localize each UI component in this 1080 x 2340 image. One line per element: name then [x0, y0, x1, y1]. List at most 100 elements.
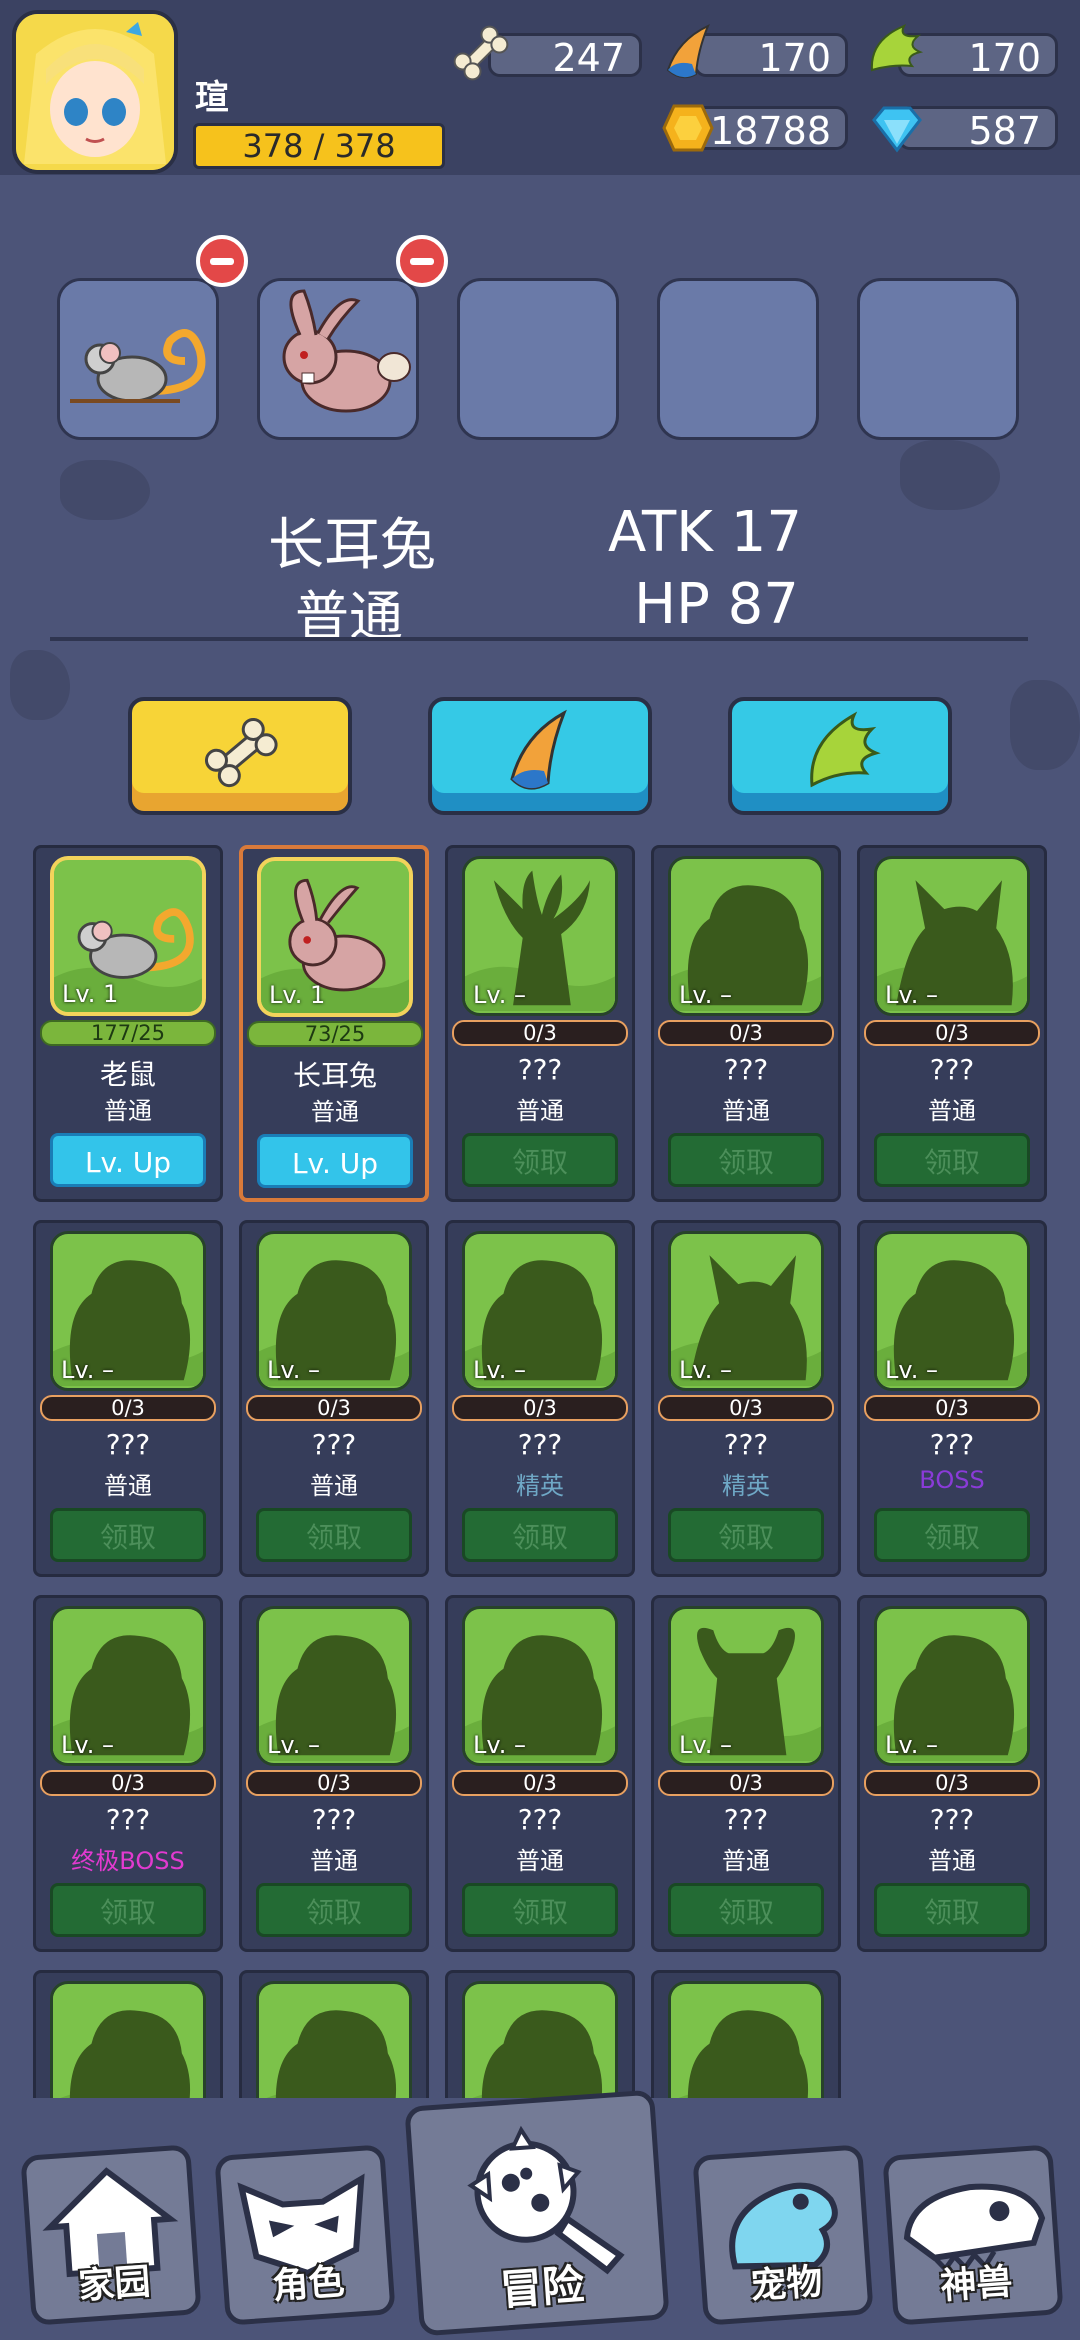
pet-card[interactable]: Lv. – 0/3??? 普通 领取 — [239, 1595, 429, 1952]
nav-role-label: 角色 — [271, 2261, 346, 2308]
nav-adventure-button[interactable]: 冒险 — [404, 2089, 670, 2337]
pet-rarity: 普通 — [310, 1847, 358, 1875]
horn-icon — [666, 24, 710, 79]
pet-card[interactable]: Lv. – 0/3??? 普通 领取 — [445, 1595, 635, 1952]
pet-progress: 0/3 — [452, 1770, 628, 1796]
claim-button[interactable]: 领取 — [462, 1883, 618, 1937]
pet-card[interactable]: Lv. – 0/3??? 终极BOSS 领取 — [33, 1595, 223, 1952]
pet-card[interactable]: Lv. – 0/3??? 普通 领取 — [33, 1220, 223, 1577]
claim-button[interactable]: 领取 — [462, 1508, 618, 1562]
pet-portrait[interactable]: Lv. – — [256, 1606, 412, 1766]
nav-beast-button[interactable]: 神兽 — [882, 2144, 1064, 2326]
pet-portrait[interactable]: Lv. – — [668, 1606, 824, 1766]
pet-portrait[interactable]: Lv. – — [256, 1231, 412, 1391]
pet-portrait[interactable]: Lv. – — [50, 1231, 206, 1391]
pet-portrait[interactable]: Lv. – — [462, 1606, 618, 1766]
pet-portrait[interactable]: Lv. – — [874, 1606, 1030, 1766]
pet-name: ??? — [723, 1428, 769, 1461]
tab-horn[interactable] — [428, 697, 652, 815]
claim-button[interactable]: 领取 — [874, 1508, 1030, 1562]
claim-button[interactable]: 领取 — [50, 1508, 206, 1562]
claim-button[interactable]: 领取 — [256, 1508, 412, 1562]
pet-card[interactable]: Lv. – 0/3??? 普通 领取 — [651, 845, 841, 1202]
pet-card[interactable]: Lv. – 0/3??? BOSS 领取 — [857, 1220, 1047, 1577]
nav-beast-label: 神兽 — [939, 2261, 1014, 2308]
pet-portrait[interactable]: Lv. – — [462, 856, 618, 1016]
divider — [50, 637, 1028, 641]
pet-card[interactable]: Lv. – 0/3??? 普通 领取 — [445, 845, 635, 1202]
pet-portrait[interactable] — [50, 1981, 206, 2098]
pet-progress: 0/3 — [658, 1395, 834, 1421]
team-slot-4[interactable] — [657, 278, 819, 440]
claim-button[interactable]: 领取 — [462, 1133, 618, 1187]
selected-pet-name: 长耳兔 — [268, 513, 436, 578]
pet-card[interactable]: Lv. – 0/3??? 普通 领取 — [857, 1595, 1047, 1952]
pet-portrait[interactable] — [462, 1981, 618, 2098]
remove-team-slot-1-button[interactable] — [196, 235, 248, 287]
pet-name: ??? — [311, 1803, 357, 1836]
pet-name: 老鼠 — [99, 1058, 156, 1091]
pet-card[interactable]: Lv. – 0/3??? 精英 领取 — [651, 1220, 841, 1577]
pet-portrait[interactable]: Lv. 1 — [50, 856, 206, 1016]
pet-portrait[interactable]: Lv. – — [462, 1231, 618, 1391]
pet-rarity: 普通 — [516, 1097, 564, 1125]
pet-portrait[interactable] — [256, 1981, 412, 2098]
pet-grid: Lv. 1 177/25 老鼠 普通 Lv. Up Lv. 1 73/25 长耳兔 普通 Lv. … — [0, 840, 1080, 2098]
claim-button[interactable]: 领取 — [668, 1133, 824, 1187]
team-slot-2[interactable] — [257, 278, 419, 440]
nav-pet-button[interactable]: 宠物 — [692, 2144, 874, 2326]
pet-card[interactable]: Lv. – 0/3??? 普通 领取 — [651, 1595, 841, 1952]
pet-portrait[interactable]: Lv. – — [668, 1231, 824, 1391]
bone-icon — [453, 25, 509, 81]
pet-card[interactable]: Lv. – 0/3??? 普通 领取 — [857, 845, 1047, 1202]
level-up-button[interactable]: Lv. Up — [50, 1133, 206, 1187]
pet-level: Lv. – — [679, 1731, 732, 1759]
level-up-button[interactable]: Lv. Up — [257, 1134, 413, 1188]
claim-button[interactable]: 领取 — [874, 1883, 1030, 1937]
tab-wing[interactable] — [728, 697, 952, 815]
background-rock — [60, 460, 150, 520]
pet-progress: 0/3 — [246, 1395, 422, 1421]
pet-portrait[interactable]: Lv. – — [874, 856, 1030, 1016]
pet-card[interactable] — [239, 1970, 429, 2098]
team-slot-3[interactable] — [457, 278, 619, 440]
claim-button[interactable]: 领取 — [668, 1508, 824, 1562]
pet-level: Lv. – — [885, 1356, 938, 1384]
pet-card[interactable] — [33, 1970, 223, 2098]
player-avatar[interactable] — [12, 10, 178, 174]
pet-portrait[interactable]: Lv. – — [668, 856, 824, 1016]
pet-card[interactable]: Lv. 1 177/25 老鼠 普通 Lv. Up — [33, 845, 223, 1202]
remove-team-slot-2-button[interactable] — [396, 235, 448, 287]
team-slot-5[interactable] — [857, 278, 1019, 440]
pet-portrait[interactable]: Lv. 1 — [257, 857, 413, 1017]
pet-card[interactable]: Lv. – 0/3??? 精英 领取 — [445, 1220, 635, 1577]
pet-card[interactable]: Lv. 1 73/25 长耳兔 普通 Lv. Up — [239, 845, 429, 1202]
pet-portrait[interactable] — [668, 1981, 824, 2098]
player-hp-bar: 378 / 378 — [193, 123, 445, 169]
wing-count: 170 — [968, 36, 1041, 80]
pet-card[interactable]: Lv. – 0/3??? 普通 领取 — [239, 1220, 429, 1577]
selected-pet-hp: HP 87 — [634, 572, 799, 637]
nav-role-button[interactable]: 角色 — [214, 2144, 396, 2326]
pet-portrait[interactable]: Lv. – — [874, 1231, 1030, 1391]
pet-level: Lv. – — [267, 1356, 320, 1384]
team-slot-1[interactable] — [57, 278, 219, 440]
claim-button[interactable]: 领取 — [256, 1883, 412, 1937]
pet-level: Lv. – — [473, 1731, 526, 1759]
pet-portrait[interactable]: Lv. – — [50, 1606, 206, 1766]
pet-card[interactable] — [445, 1970, 635, 2098]
tab-bone[interactable] — [128, 697, 352, 815]
pet-progress: 0/3 — [658, 1770, 834, 1796]
pet-name: ??? — [517, 1803, 563, 1836]
pet-card[interactable] — [651, 1970, 841, 2098]
nav-home-button[interactable]: 家园 — [20, 2144, 202, 2326]
pet-level: Lv. – — [473, 981, 526, 1009]
claim-button[interactable]: 领取 — [874, 1133, 1030, 1187]
pet-name: ??? — [723, 1053, 769, 1086]
pet-rarity: 普通 — [310, 1472, 358, 1500]
pet-progress: 0/3 — [452, 1395, 628, 1421]
claim-button[interactable]: 领取 — [668, 1883, 824, 1937]
top-status-bar: 瑄 378 / 378 247 170 170 18788 587 — [0, 0, 1080, 175]
claim-button[interactable]: 领取 — [50, 1883, 206, 1937]
pet-rarity: 普通 — [722, 1097, 770, 1125]
